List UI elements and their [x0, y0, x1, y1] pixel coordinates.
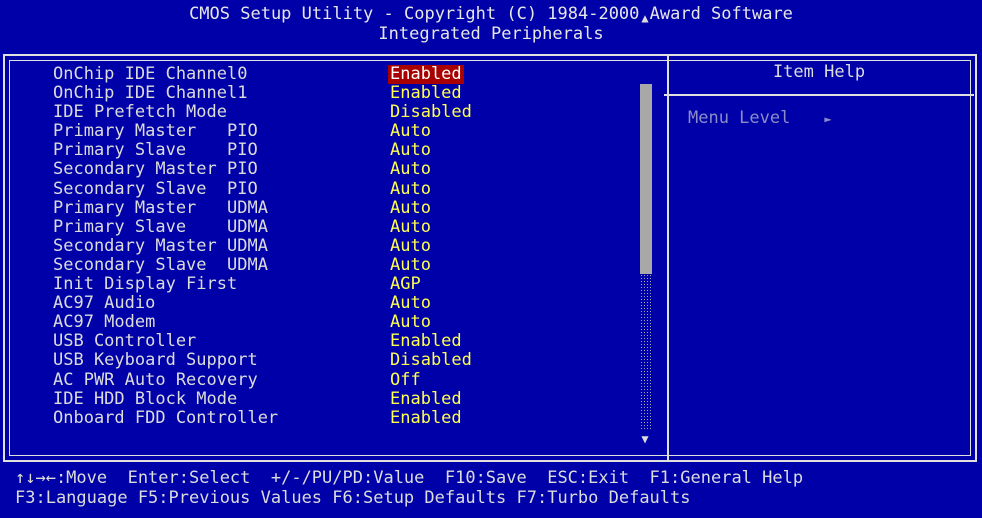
setting-value[interactable]: Off [388, 370, 423, 390]
setting-row[interactable]: USB Controller Enabled [53, 332, 653, 351]
setting-label: AC97 Audio [53, 293, 156, 314]
setting-row[interactable]: AC PWR Auto Recovery Off [53, 369, 653, 390]
setting-row[interactable]: Primary Slave UDMA Auto [53, 216, 653, 237]
setting-row[interactable]: Secondary Master UDMA Auto [53, 235, 653, 256]
setting-value[interactable]: Enabled [388, 408, 464, 428]
setting-row[interactable]: Onboard FDD Controller Enabled [53, 407, 653, 428]
setting-value[interactable]: Auto [388, 198, 433, 218]
setting-label: Primary Master UDMA [53, 197, 268, 218]
setting-row[interactable]: Secondary Master PIO Auto [53, 160, 653, 179]
setting-label: Init Display First [53, 274, 238, 295]
setting-label: Onboard FDD Controller [53, 407, 279, 428]
setting-label: Secondary Master PIO [53, 159, 258, 180]
setting-value[interactable]: Disabled [388, 103, 474, 122]
key-help-line-2: F3:Language F5:Previous Values F6:Setup … [15, 488, 691, 508]
setting-row[interactable]: OnChip IDE Channel0 Enabled [53, 65, 653, 84]
setting-label: Secondary Slave UDMA [53, 254, 268, 275]
setting-row[interactable]: OnChip IDE Channel1 Enabled [53, 84, 653, 103]
scrollbar-thumb[interactable] [640, 84, 652, 274]
setting-label: IDE HDD Block Mode [53, 388, 238, 409]
settings-list: OnChip IDE Channel0 Enabled OnChip IDE Cha… [53, 65, 653, 428]
setting-label: OnChip IDE Channel0 [53, 64, 248, 84]
setting-row[interactable]: IDE Prefetch Mode Disabled [53, 103, 653, 122]
setting-row[interactable]: Primary Master UDMA Auto [53, 197, 653, 218]
panel-divider [667, 56, 669, 460]
setting-label: Secondary Master UDMA [53, 235, 268, 256]
scroll-down-arrow-icon[interactable]: ▼ [638, 432, 652, 446]
menu-level-label: Menu Level [688, 108, 791, 128]
setting-value[interactable]: Auto [388, 217, 433, 237]
setting-label: IDE Prefetch Mode [53, 102, 227, 123]
setting-value[interactable]: Auto [388, 141, 433, 160]
help-separator [664, 94, 974, 96]
setting-value[interactable]: Auto [388, 179, 433, 199]
setting-value[interactable]: AGP [388, 275, 423, 294]
setting-row[interactable]: USB Keyboard Support Disabled [53, 351, 653, 370]
setting-row[interactable]: AC97 Audio Auto [53, 294, 653, 313]
setting-value[interactable]: Enabled [388, 332, 464, 351]
setting-label: AC PWR Auto Recovery [53, 369, 258, 390]
menu-level-arrow-icon: ► [824, 112, 832, 126]
scrollbar-track[interactable] [640, 274, 652, 430]
setting-label: AC97 Modem [53, 312, 156, 333]
setting-value[interactable]: Enabled [388, 84, 464, 103]
setting-label: Primary Slave PIO [53, 140, 258, 161]
setting-row[interactable]: IDE HDD Block Mode Enabled [53, 388, 653, 409]
setting-value[interactable]: Auto [388, 122, 433, 141]
setting-row[interactable]: Secondary Slave PIO Auto [53, 178, 653, 199]
app-title: CMOS Setup Utility - Copyright (C) 1984-… [189, 4, 793, 24]
scroll-up-arrow-icon[interactable]: ▲ [638, 11, 652, 25]
setting-label: OnChip IDE Channel1 [53, 83, 248, 104]
setting-label: Primary Slave UDMA [53, 216, 268, 237]
setting-label: USB Controller [53, 331, 197, 352]
setting-row[interactable]: AC97 Modem Auto [53, 313, 653, 332]
setting-value[interactable]: Auto [388, 255, 433, 275]
setting-value[interactable]: Enabled [388, 65, 464, 84]
setting-row[interactable]: Secondary Slave UDMA Auto [53, 254, 653, 275]
setting-label: USB Keyboard Support [53, 350, 258, 371]
setting-row[interactable]: Primary Master PIO Auto [53, 122, 653, 141]
setting-value[interactable]: Auto [388, 236, 433, 256]
title-bar: CMOS Setup Utility - Copyright (C) 1984-… [0, 0, 982, 52]
setting-value[interactable]: Enabled [388, 389, 464, 409]
key-help-footer: ↑↓→←:Move Enter:Select +/-/PU/PD:Value F… [0, 468, 982, 508]
setting-value[interactable]: Disabled [388, 351, 474, 370]
setting-row[interactable]: Primary Slave PIO Auto [53, 141, 653, 160]
setting-value[interactable]: Auto [388, 160, 433, 179]
menu-level: Menu Level ► [688, 108, 832, 128]
setting-row[interactable]: Init Display First AGP [53, 275, 653, 294]
setting-label: Primary Master PIO [53, 121, 258, 142]
key-help-line-1: ↑↓→←:Move Enter:Select +/-/PU/PD:Value F… [15, 468, 804, 488]
page-title: Integrated Peripherals [378, 24, 604, 44]
setting-value[interactable]: Auto [388, 294, 433, 313]
item-help-title: Item Help [772, 62, 866, 82]
setting-label: Secondary Slave PIO [53, 178, 258, 199]
setting-value[interactable]: Auto [388, 313, 433, 332]
